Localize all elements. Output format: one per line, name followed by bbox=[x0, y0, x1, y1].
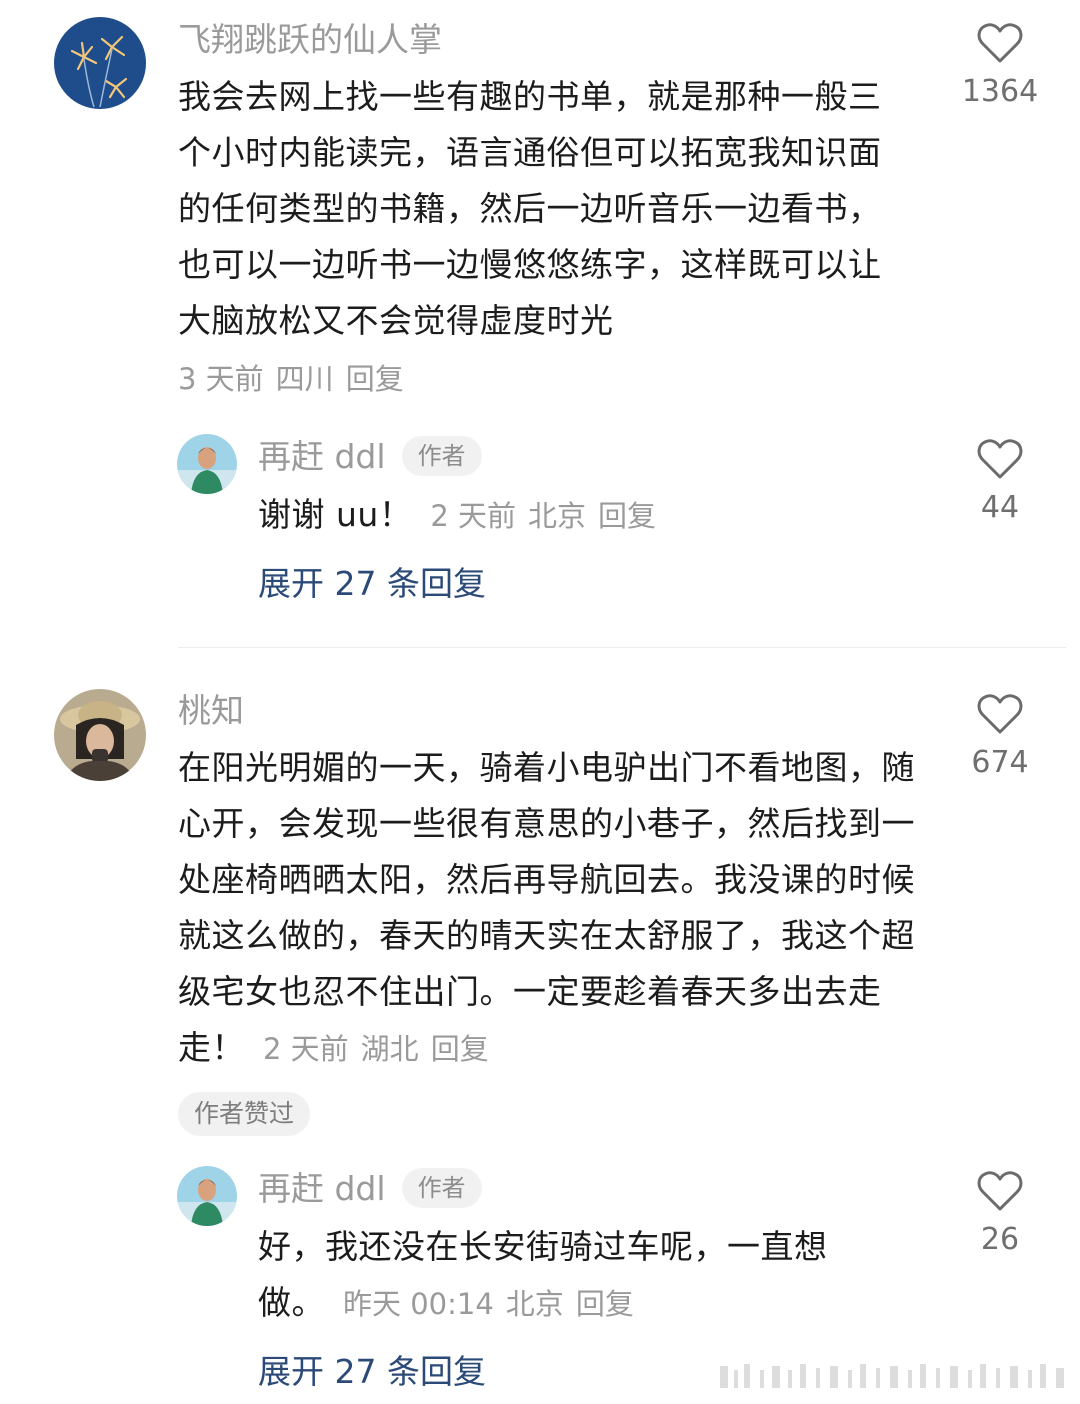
like-button[interactable]: 674 bbox=[950, 693, 1050, 783]
like-count: 674 bbox=[971, 745, 1029, 780]
reply-time: 2 天前 bbox=[430, 499, 516, 533]
reply-button[interactable]: 回复 bbox=[431, 1032, 489, 1066]
comment-username[interactable]: 桃知 bbox=[178, 689, 244, 733]
expand-replies-link[interactable]: 展开 27 条回复 bbox=[258, 562, 486, 606]
reply-content: 谢谢 uu！ bbox=[258, 495, 413, 534]
avatar[interactable] bbox=[54, 689, 146, 781]
reply-location: 北京 bbox=[505, 1287, 564, 1321]
avatar[interactable] bbox=[177, 434, 237, 494]
comment-meta: 2 天前 湖北 回复 bbox=[263, 1032, 501, 1066]
reply-location: 北京 bbox=[528, 499, 587, 533]
watermark-graphic bbox=[720, 1364, 1064, 1388]
expand-replies-link[interactable]: 展开 27 条回复 bbox=[258, 1350, 486, 1394]
like-count: 1364 bbox=[961, 74, 1039, 109]
reply-button[interactable]: 回复 bbox=[576, 1287, 634, 1321]
comment-text: 我会去网上找一些有趣的书单，就是那种一般三个小时内能读完，语言通俗但可以拓宽我知… bbox=[178, 69, 908, 349]
reply-text: 谢谢 uu！ 2 天前 北京 回复 bbox=[258, 487, 938, 544]
heart-outline-icon bbox=[977, 23, 1023, 63]
avatar[interactable] bbox=[177, 1166, 237, 1226]
like-button[interactable]: 26 bbox=[950, 1170, 1050, 1260]
author-tag: 作者 bbox=[401, 1168, 482, 1208]
author-tag: 作者 bbox=[401, 436, 482, 476]
comment-time: 3 天前 bbox=[178, 362, 264, 396]
reply-username[interactable]: 再赶 ddl bbox=[258, 1169, 386, 1208]
avatar[interactable] bbox=[54, 17, 146, 109]
comment-text: 在阳光明媚的一天，骑着小电驴出门不看地图，随心开，会发现一些很有意思的小巷子，然… bbox=[178, 740, 918, 1077]
reply-text: 好，我还没在长安街骑过车呢，一直想做。 昨天 00:14 北京 回复 bbox=[258, 1219, 888, 1332]
like-button[interactable]: 44 bbox=[950, 438, 1050, 528]
comment-location: 湖北 bbox=[360, 1032, 419, 1066]
comment-username[interactable]: 飞翔跳跃的仙人掌 bbox=[178, 18, 442, 62]
reply-username-row: 再赶 ddl 作者 bbox=[258, 435, 482, 479]
reply-meta: 昨天 00:14 北京 回复 bbox=[343, 1287, 646, 1321]
comment-content: 我会去网上找一些有趣的书单，就是那种一般三个小时内能读完，语言通俗但可以拓宽我知… bbox=[178, 77, 882, 340]
heart-outline-icon bbox=[977, 439, 1023, 479]
heart-outline-icon bbox=[977, 694, 1023, 734]
reply-button[interactable]: 回复 bbox=[346, 362, 404, 396]
comment-meta: 3 天前 四川 回复 bbox=[178, 357, 416, 401]
like-button[interactable]: 1364 bbox=[950, 22, 1050, 112]
comment-time: 2 天前 bbox=[263, 1032, 349, 1066]
reply-username-row: 再赶 ddl 作者 bbox=[258, 1167, 482, 1211]
heart-outline-icon bbox=[977, 1171, 1023, 1211]
comment-content: 在阳光明媚的一天，骑着小电驴出门不看地图，随心开，会发现一些很有意思的小巷子，然… bbox=[178, 748, 915, 1067]
like-count: 44 bbox=[980, 490, 1020, 525]
comment-location: 四川 bbox=[275, 362, 334, 396]
reply-username[interactable]: 再赶 ddl bbox=[258, 437, 386, 476]
reply-meta: 2 天前 北京 回复 bbox=[430, 499, 668, 533]
divider bbox=[178, 647, 1066, 648]
reply-time: 昨天 00:14 bbox=[343, 1287, 494, 1321]
reply-button[interactable]: 回复 bbox=[598, 499, 656, 533]
like-count: 26 bbox=[980, 1222, 1020, 1257]
author-liked-badge: 作者赞过 bbox=[178, 1092, 311, 1136]
